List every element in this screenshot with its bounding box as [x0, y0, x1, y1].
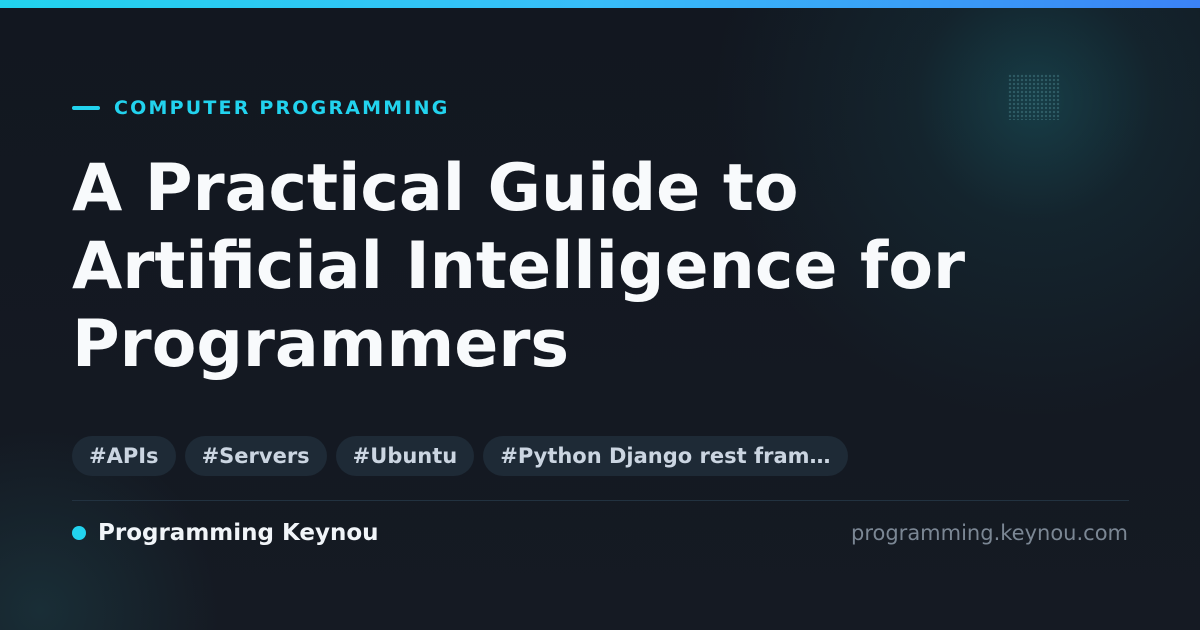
category-dash-icon: [72, 106, 100, 110]
site-url-link[interactable]: programming.keynou.com: [851, 518, 1128, 548]
tag-chip[interactable]: #Servers: [184, 436, 327, 476]
tag-chip[interactable]: #APIs: [72, 436, 176, 476]
footer-divider: [72, 500, 1129, 501]
tag-chip[interactable]: #Ubuntu: [335, 436, 475, 476]
accent-top-bar: [0, 0, 1200, 8]
tag-list: #APIs #Servers #Ubuntu #Python Django re…: [72, 436, 848, 476]
category-label: COMPUTER PROGRAMMING: [72, 96, 450, 120]
tag-chip[interactable]: #Python Django rest fram…: [483, 436, 848, 476]
brand-name: Programming Keynou: [98, 520, 379, 546]
brand-dot-icon: [72, 526, 86, 540]
og-card: COMPUTER PROGRAMMING A Practical Guide t…: [0, 0, 1200, 630]
category-text: COMPUTER PROGRAMMING: [114, 97, 450, 119]
decorative-dot-pattern: [1008, 74, 1060, 120]
article-title: A Practical Guide to Artificial Intellig…: [72, 151, 966, 382]
brand[interactable]: Programming Keynou: [72, 518, 379, 548]
